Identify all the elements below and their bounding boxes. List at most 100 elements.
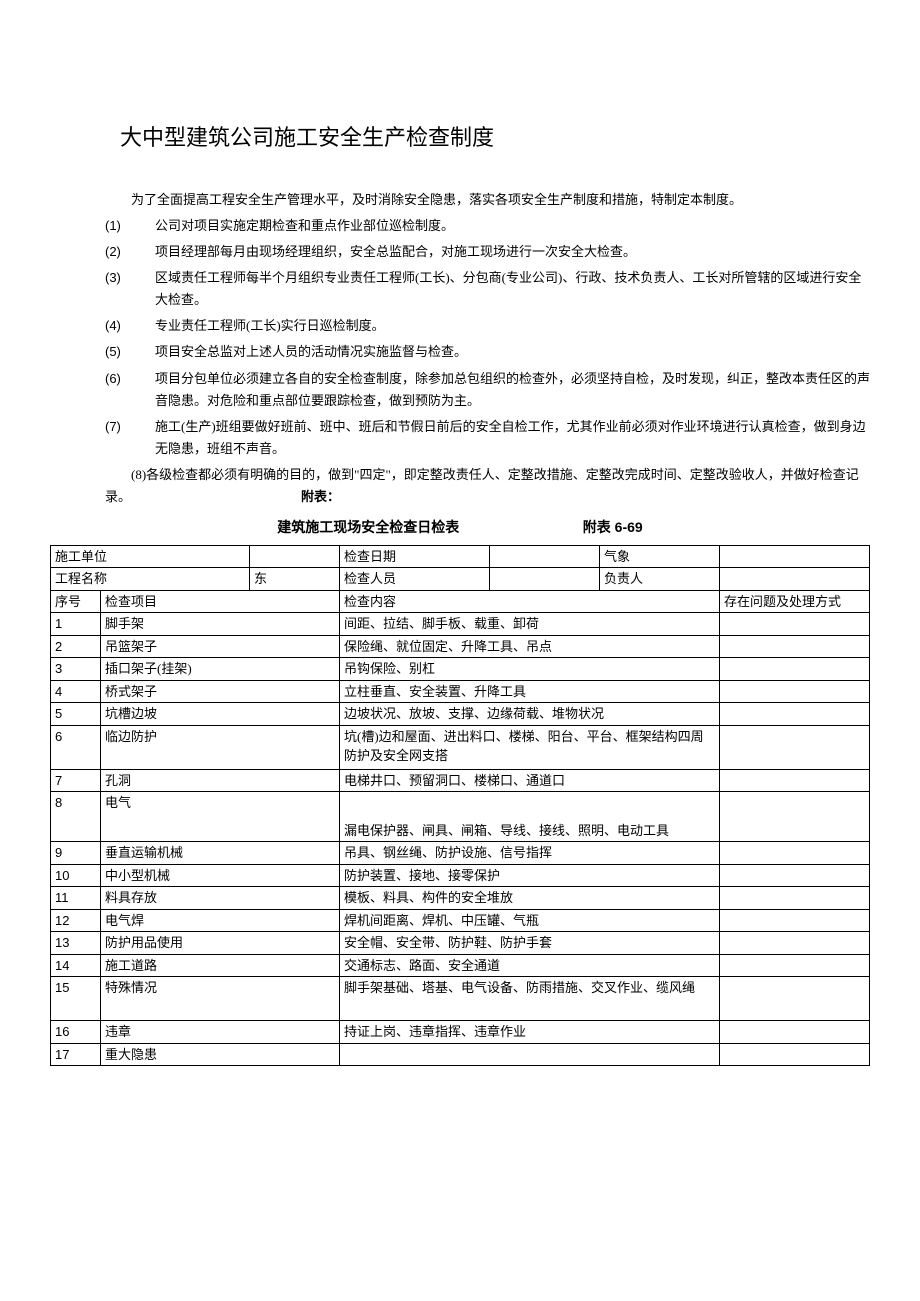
seq-cell: 12 <box>51 909 101 932</box>
list-num: (7) <box>105 416 155 460</box>
seq-cell: 15 <box>51 977 101 1021</box>
header-row-1: 施工单位 检查日期 气象 <box>51 545 870 568</box>
content-cell: 边坡状况、放坡、支撑、边缘荷载、堆物状况 <box>340 703 720 726</box>
item-cell: 垂直运输机械 <box>101 842 340 865</box>
issue-cell <box>720 1021 870 1044</box>
list-item: (7) 施工(生产)班组要做好班前、班中、班后和节假日前后的安全自检工作，尤其作… <box>105 416 870 460</box>
seq-cell: 9 <box>51 842 101 865</box>
content-cell: 漏电保护器、闸具、闸箱、导线、接线、照明、电动工具 <box>340 792 720 842</box>
list-item: (1) 公司对项目实施定期检查和重点作业部位巡检制度。 <box>105 215 870 237</box>
seq-cell: 2 <box>51 635 101 658</box>
col-issue-header: 存在问题及处理方式 <box>720 590 870 613</box>
list-num: (1) <box>105 215 155 237</box>
weather-label: 气象 <box>600 545 720 568</box>
list-text: 项目经理部每月由现场经理组织，安全总监配合，对施工现场进行一次安全大检查。 <box>155 241 870 263</box>
item-cell: 吊篮架子 <box>101 635 340 658</box>
list-item: (3) 区域责任工程师每半个月组织专业责任工程师(工长)、分包商(专业公司)、行… <box>105 267 870 311</box>
inspector-label: 检查人员 <box>340 568 490 591</box>
issue-cell <box>720 658 870 681</box>
item-cell: 防护用品使用 <box>101 932 340 955</box>
issue-cell <box>720 613 870 636</box>
item-cell: 插口架子(挂架) <box>101 658 340 681</box>
issue-cell <box>720 909 870 932</box>
content-cell: 安全帽、安全带、防护鞋、防护手套 <box>340 932 720 955</box>
content-cell: 立柱垂直、安全装置、升降工具 <box>340 680 720 703</box>
table-title-row: 建筑施工现场安全检查日检表 附表 6-69 <box>50 516 870 540</box>
table-row: 8电气漏电保护器、闸具、闸箱、导线、接线、照明、电动工具 <box>51 792 870 842</box>
table-row: 6临边防护坑(槽)边和屋面、进出料口、楼梯、阳台、平台、框架结构四周防护及安全网… <box>51 725 870 769</box>
list-text: 区域责任工程师每半个月组织专业责任工程师(工长)、分包商(专业公司)、行政、技术… <box>155 267 870 311</box>
list-item: (5) 项目安全总监对上述人员的活动情况实施监督与检查。 <box>105 341 870 363</box>
header-row-2: 工程名称 东 检查人员 负责人 <box>51 568 870 591</box>
seq-cell: 13 <box>51 932 101 955</box>
unit-label: 施工单位 <box>51 545 250 568</box>
appendix-label: 附表： <box>301 489 340 504</box>
table-row: 11料具存放模板、料具、构件的安全堆放 <box>51 887 870 910</box>
content-cell: 吊钩保险、别杠 <box>340 658 720 681</box>
seq-cell: 8 <box>51 792 101 842</box>
table-row: 14施工道路交通标志、路面、安全通道 <box>51 954 870 977</box>
content-cell: 交通标志、路面、安全通道 <box>340 954 720 977</box>
list-text: 项目分包单位必须建立各自的安全检查制度，除参加总包组织的检查外，必须坚持自检，及… <box>155 368 870 412</box>
unit-value <box>250 545 340 568</box>
seq-cell: 4 <box>51 680 101 703</box>
table-row: 17重大隐患 <box>51 1043 870 1066</box>
inspection-table: 施工单位 检查日期 气象 工程名称 东 检查人员 负责人 序号 检查项目 检查内… <box>50 545 870 1067</box>
content-cell: 吊具、钢丝绳、防护设施、信号指挥 <box>340 842 720 865</box>
issue-cell <box>720 954 870 977</box>
item-cell: 料具存放 <box>101 887 340 910</box>
issue-cell <box>720 769 870 792</box>
weather-value <box>720 545 870 568</box>
table-row: 7孔洞电梯井口、预留洞口、楼梯口、通道口 <box>51 769 870 792</box>
table-row: 5坑槽边坡边坡状况、放坡、支撑、边缘荷载、堆物状况 <box>51 703 870 726</box>
table-row: 4桥式架子立柱垂直、安全装置、升降工具 <box>51 680 870 703</box>
issue-cell <box>720 864 870 887</box>
seq-cell: 6 <box>51 725 101 769</box>
item-cell: 临边防护 <box>101 725 340 769</box>
content-cell: 保险绳、就位固定、升降工具、吊点 <box>340 635 720 658</box>
list-num: (4) <box>105 315 155 337</box>
issue-cell <box>720 842 870 865</box>
item-cell: 电气焊 <box>101 909 340 932</box>
content-cell: 坑(槽)边和屋面、进出料口、楼梯、阳台、平台、框架结构四周防护及安全网支搭 <box>340 725 720 769</box>
content-cell: 间距、拉结、脚手板、载重、卸荷 <box>340 613 720 636</box>
list-num: (6) <box>105 368 155 412</box>
item-cell: 坑槽边坡 <box>101 703 340 726</box>
list-text: 项目安全总监对上述人员的活动情况实施监督与检查。 <box>155 341 870 363</box>
seq-cell: 1 <box>51 613 101 636</box>
inspector-value <box>490 568 600 591</box>
table-number: 附表 6-69 <box>583 516 643 540</box>
content-cell: 脚手架基础、塔基、电气设备、防雨措施、交叉作业、缆风绳 <box>340 977 720 1021</box>
table-row: 2吊篮架子保险绳、就位固定、升降工具、吊点 <box>51 635 870 658</box>
seq-cell: 14 <box>51 954 101 977</box>
issue-cell <box>720 977 870 1021</box>
owner-value <box>720 568 870 591</box>
table-row: 16违章持证上岗、违章指挥、违章作业 <box>51 1021 870 1044</box>
table-row: 13防护用品使用安全帽、安全带、防护鞋、防护手套 <box>51 932 870 955</box>
table-number-prefix: 附表 <box>583 521 611 536</box>
issue-cell <box>720 725 870 769</box>
project-label: 工程名称 <box>51 568 250 591</box>
list-num: (5) <box>105 341 155 363</box>
list-text: 施工(生产)班组要做好班前、班中、班后和节假日前后的安全自检工作，尤其作业前必须… <box>155 416 870 460</box>
list-item: (6) 项目分包单位必须建立各自的安全检查制度，除参加总包组织的检查外，必须坚持… <box>105 368 870 412</box>
seq-cell: 5 <box>51 703 101 726</box>
item-cell: 桥式架子 <box>101 680 340 703</box>
issue-cell <box>720 932 870 955</box>
seq-cell: 10 <box>51 864 101 887</box>
list-item: (2) 项目经理部每月由现场经理组织，安全总监配合，对施工现场进行一次安全大检查… <box>105 241 870 263</box>
issue-cell <box>720 680 870 703</box>
content-cell <box>340 1043 720 1066</box>
item-cell: 孔洞 <box>101 769 340 792</box>
list-num: (2) <box>105 241 155 263</box>
issue-cell <box>720 635 870 658</box>
table-row: 15特殊情况脚手架基础、塔基、电气设备、防雨措施、交叉作业、缆风绳 <box>51 977 870 1021</box>
table-number-value: 6-69 <box>615 519 643 535</box>
issue-cell <box>720 792 870 842</box>
intro-paragraph: 为了全面提高工程安全生产管理水平，及时消除安全隐患，落实各项安全生产制度和措施，… <box>50 190 870 211</box>
item-cell: 施工道路 <box>101 954 340 977</box>
owner-label: 负责人 <box>600 568 720 591</box>
project-value: 东 <box>250 568 340 591</box>
table-title: 建筑施工现场安全检查日检表 <box>277 518 459 540</box>
issue-cell <box>720 887 870 910</box>
